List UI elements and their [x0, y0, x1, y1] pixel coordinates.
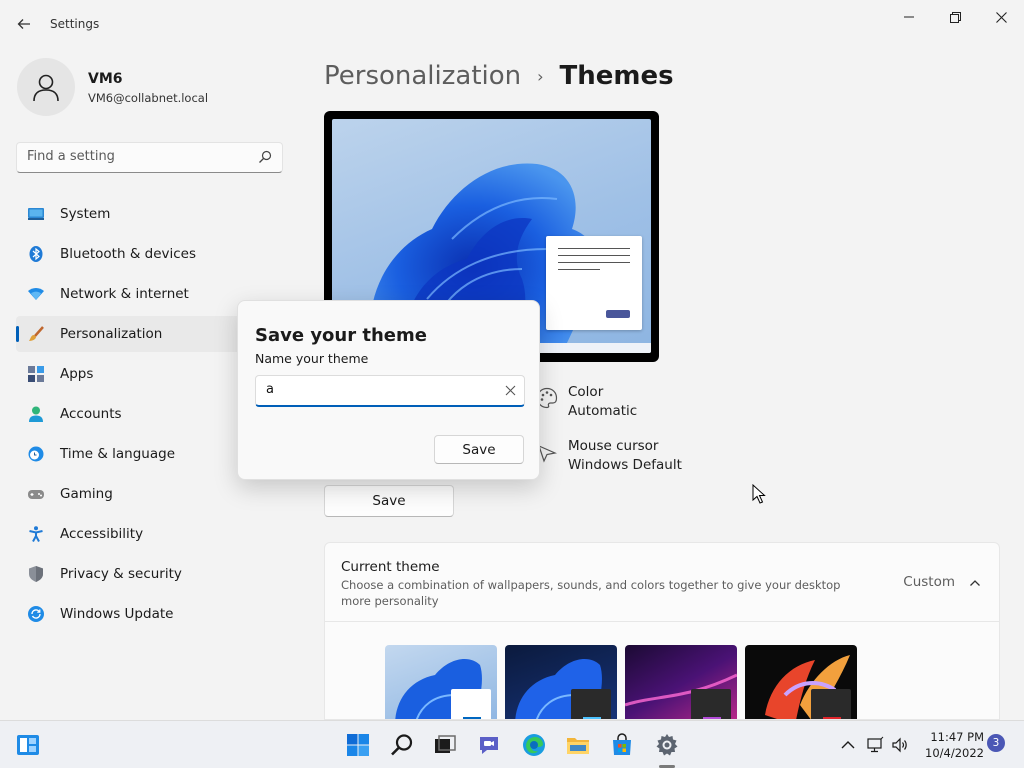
chevron-up-icon[interactable] — [839, 736, 857, 754]
preview-window — [546, 236, 642, 330]
search-input[interactable] — [27, 149, 247, 164]
chevron-up-icon[interactable] — [969, 577, 981, 589]
update-icon — [28, 606, 44, 622]
current-theme-card[interactable]: Current theme Choose a combination of wa… — [324, 542, 1000, 622]
accessibility-icon — [29, 526, 43, 542]
search-icon[interactable] — [390, 733, 414, 757]
settings-icon[interactable] — [655, 733, 679, 757]
sidebar-item-label: Gaming — [60, 486, 113, 502]
person-icon — [33, 74, 59, 102]
clock-time: 11:47 PM — [930, 730, 984, 744]
theme-thumbnail-flow[interactable] — [745, 645, 857, 719]
sidebar-item-label: Windows Update — [60, 606, 174, 622]
minimize-icon[interactable] — [887, 6, 931, 28]
dialog-title: Save your theme — [255, 325, 427, 346]
store-icon[interactable] — [610, 733, 634, 757]
user-email: VM6@collabnet.local — [88, 91, 209, 105]
sidebar-item-label: Time & language — [60, 446, 176, 462]
sidebar-item-label: Privacy & security — [60, 566, 182, 582]
sidebar-item-accessibility[interactable]: Accessibility — [16, 516, 286, 552]
notification-badge[interactable]: 3 — [987, 734, 1005, 752]
theme-name-field[interactable] — [255, 375, 525, 407]
restore-icon[interactable] — [933, 6, 977, 28]
color-label[interactable]: Color — [568, 384, 603, 400]
clock-globe-icon — [28, 446, 44, 462]
mouse-cursor-label[interactable]: Mouse cursor — [568, 438, 658, 454]
sidebar-item-system[interactable]: System — [16, 196, 286, 232]
sidebar-item-label: Accounts — [60, 406, 122, 422]
theme-thumbnail-light[interactable] — [385, 645, 497, 719]
windows-start-icon[interactable] — [346, 733, 370, 757]
apps-icon — [28, 366, 44, 382]
mouse-cursor-value: Windows Default — [568, 457, 682, 473]
breadcrumb: Personalization › Themes — [324, 58, 674, 94]
back-arrow-icon[interactable] — [14, 13, 34, 35]
widgets-icon[interactable] — [16, 733, 40, 757]
system-icon — [28, 208, 44, 220]
avatar[interactable] — [17, 58, 75, 116]
search-box[interactable] — [16, 142, 283, 173]
search-icon[interactable] — [258, 150, 272, 164]
clock-date: 10/4/2022 — [925, 746, 984, 760]
sidebar-item-label: System — [60, 206, 111, 222]
current-theme-description: Choose a combination of wallpapers, soun… — [341, 578, 841, 608]
clock[interactable]: 11:47 PM 10/4/2022 — [912, 729, 984, 761]
theme-thumbnail-dark[interactable] — [505, 645, 617, 719]
sidebar-item-windows-update[interactable]: Windows Update — [16, 596, 286, 632]
chat-icon[interactable] — [477, 733, 501, 757]
edge-icon[interactable] — [522, 733, 546, 757]
selection-indicator — [16, 326, 19, 342]
current-theme-value: Custom — [903, 574, 955, 590]
gamepad-icon — [28, 490, 44, 499]
network-wired-icon[interactable] — [866, 736, 884, 754]
sidebar-item-label: Network & internet — [60, 286, 189, 302]
preview-accent-button — [606, 310, 630, 318]
clear-icon[interactable] — [505, 385, 516, 396]
theme-gallery — [324, 622, 1000, 720]
volume-icon[interactable] — [891, 736, 909, 754]
user-name: VM6 — [88, 71, 123, 87]
mouse-pointer-icon — [752, 484, 766, 504]
sidebar-item-bluetooth[interactable]: Bluetooth & devices — [16, 236, 286, 272]
shield-icon — [29, 566, 43, 582]
breadcrumb-separator: › — [537, 66, 544, 86]
sidebar-item-label: Bluetooth & devices — [60, 246, 197, 262]
save-theme-button[interactable]: Save — [324, 485, 454, 517]
file-explorer-icon[interactable] — [566, 733, 590, 757]
theme-thumbnail-glow[interactable] — [625, 645, 737, 719]
brush-icon — [29, 326, 44, 341]
taskbar: 11:47 PM 10/4/2022 — [0, 720, 1024, 768]
close-icon[interactable] — [979, 6, 1023, 28]
sidebar-item-label: Personalization — [60, 326, 163, 342]
accounts-icon — [29, 406, 43, 422]
sidebar-item-gaming[interactable]: Gaming — [16, 476, 286, 512]
sidebar-item-privacy[interactable]: Privacy & security — [16, 556, 286, 592]
theme-name-input[interactable] — [266, 382, 486, 397]
app-title: Settings — [50, 17, 100, 31]
dialog-subtitle: Name your theme — [255, 351, 369, 366]
wifi-icon — [28, 288, 44, 300]
current-theme-title: Current theme — [341, 559, 440, 575]
page-title: Themes — [559, 61, 674, 91]
breadcrumb-parent[interactable]: Personalization — [324, 61, 521, 91]
dialog-save-button[interactable]: Save — [434, 435, 524, 464]
sidebar-item-label: Apps — [60, 366, 94, 382]
task-view-icon[interactable] — [433, 733, 457, 757]
title-bar: Settings — [0, 0, 1024, 48]
save-theme-dialog: Save your theme Name your theme Save — [237, 300, 540, 480]
sidebar-item-label: Accessibility — [60, 526, 144, 542]
color-value: Automatic — [568, 403, 638, 419]
bluetooth-icon — [29, 246, 43, 262]
